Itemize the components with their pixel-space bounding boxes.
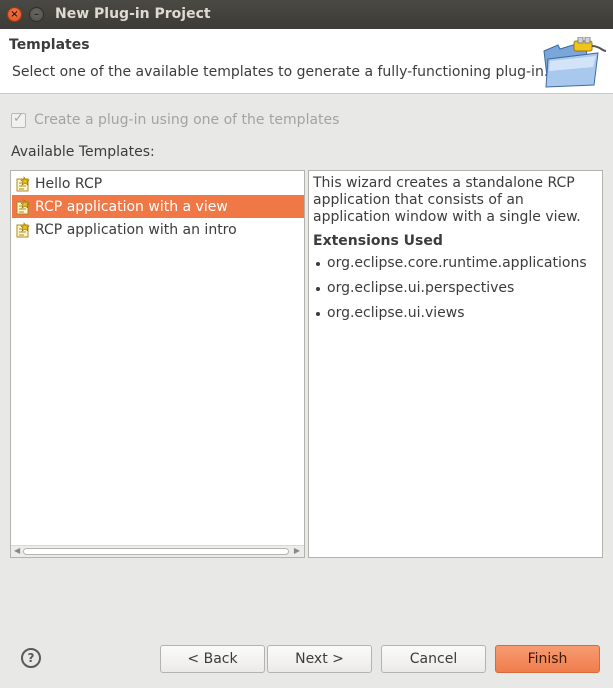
available-templates-label: Available Templates: xyxy=(11,144,155,160)
close-window-button[interactable]: × xyxy=(7,7,22,22)
title-bar: × – New Plug-in Project xyxy=(0,0,613,29)
folder-plug-wizard-icon xyxy=(543,37,607,88)
window-title: New Plug-in Project xyxy=(55,6,211,22)
list-item[interactable]: RCP application with an intro xyxy=(12,218,304,241)
extension-item: org.eclipse.core.runtime.applications xyxy=(313,255,598,272)
list-item-label: RCP application with a view xyxy=(35,198,228,215)
list-item[interactable]: Hello RCP xyxy=(12,172,304,195)
extension-item: org.eclipse.ui.views xyxy=(313,305,598,322)
finish-button[interactable]: Finish xyxy=(495,645,600,673)
list-item-label: RCP application with an intro xyxy=(35,221,237,238)
minimize-icon: – xyxy=(34,9,39,20)
back-button[interactable]: < Back xyxy=(160,645,265,673)
extensions-list: org.eclipse.core.runtime.applications or… xyxy=(313,255,598,322)
help-icon[interactable]: ? xyxy=(21,648,41,668)
template-description-panel: This wizard creates a standalone RCP app… xyxy=(308,170,603,558)
templates-list[interactable]: Hello RCP RCP application with a view RC… xyxy=(10,170,305,558)
horizontal-scrollbar[interactable]: ◀ ▶ xyxy=(11,545,304,557)
template-description-text: This wizard creates a standalone RCP app… xyxy=(313,175,581,225)
scroll-right-icon[interactable]: ▶ xyxy=(294,545,300,557)
list-item-label: Hello RCP xyxy=(35,175,103,192)
template-icon xyxy=(16,198,30,214)
minimize-window-button[interactable]: – xyxy=(29,7,44,22)
wizard-banner: Templates Select one of the available te… xyxy=(0,29,613,94)
template-icon xyxy=(16,221,30,237)
use-template-checkbox[interactable] xyxy=(11,111,26,128)
extensions-used-heading: Extensions Used xyxy=(313,233,443,249)
next-button[interactable]: Next > xyxy=(267,645,372,673)
extension-item: org.eclipse.ui.perspectives xyxy=(313,280,598,297)
scroll-left-icon[interactable]: ◀ xyxy=(14,545,20,557)
scrollbar-thumb[interactable] xyxy=(23,548,289,555)
use-template-label: Create a plug-in using one of the templa… xyxy=(34,112,340,128)
cancel-button[interactable]: Cancel xyxy=(381,645,486,673)
close-icon: × xyxy=(10,9,19,20)
template-icon xyxy=(16,175,30,191)
page-title: Templates xyxy=(9,37,90,53)
page-description: Select one of the available templates to… xyxy=(12,64,549,80)
list-item[interactable]: RCP application with a view xyxy=(12,195,304,218)
use-template-checkbox-row: Create a plug-in using one of the templa… xyxy=(11,111,340,128)
